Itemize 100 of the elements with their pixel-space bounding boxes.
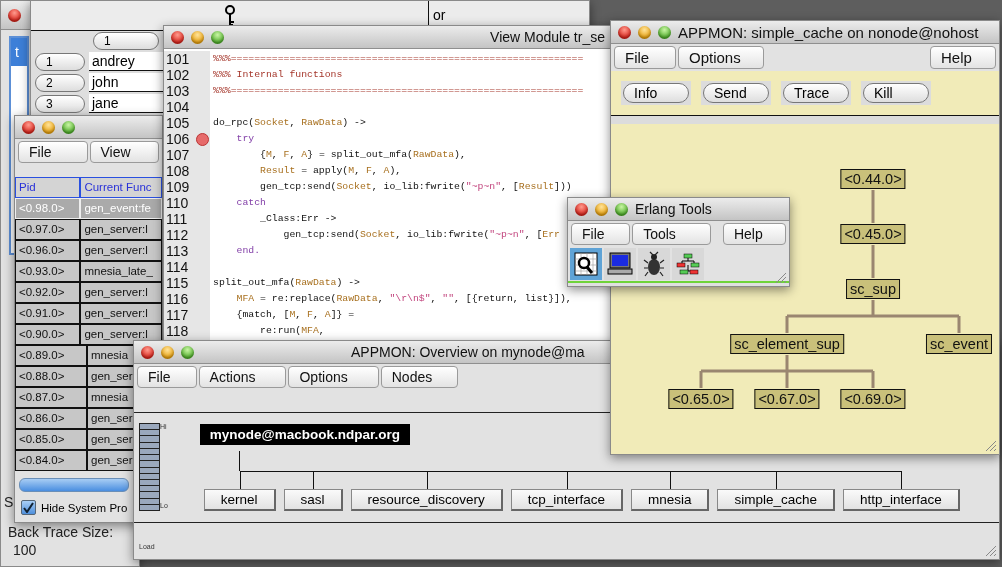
zoom-button[interactable] xyxy=(615,202,628,216)
list-item[interactable]: t xyxy=(11,38,27,66)
process-node[interactable]: <0.69.0> xyxy=(840,389,906,409)
code-line: do_rpc(Socket, RawData) -> xyxy=(212,116,367,130)
code-line: _Class:Err -> xyxy=(259,212,338,226)
scrollbar-thumb[interactable] xyxy=(19,478,129,492)
table-cell[interactable]: gen_ser xyxy=(87,429,134,450)
action-button[interactable]: Kill xyxy=(863,83,929,103)
close-button[interactable] xyxy=(22,120,35,134)
table-cell[interactable]: mnesia xyxy=(87,345,134,366)
menu-button[interactable]: Help xyxy=(722,223,786,245)
zoom-button[interactable] xyxy=(211,30,224,44)
tool-button[interactable] xyxy=(638,248,670,280)
action-button[interactable]: Info xyxy=(623,83,689,103)
table-cell[interactable]: gen_server:l xyxy=(80,240,162,261)
menu-button[interactable]: Help xyxy=(930,46,996,69)
menu-button[interactable]: Tools xyxy=(632,223,711,245)
table-cell[interactable]: <0.93.0> xyxy=(15,261,81,282)
row-button[interactable]: 1 xyxy=(35,52,85,71)
menu-button[interactable]: File xyxy=(571,223,631,245)
menu-button[interactable]: Nodes xyxy=(380,366,459,388)
table-cell[interactable]: <0.97.0> xyxy=(15,219,81,240)
code-line: catch xyxy=(235,196,267,210)
application-button[interactable]: sasl xyxy=(283,489,343,511)
table-cell[interactable]: <0.85.0> xyxy=(15,429,87,450)
tool-button[interactable] xyxy=(604,248,636,280)
tree-connector xyxy=(871,188,875,225)
menu-button[interactable]: Actions xyxy=(198,366,287,388)
table-cell[interactable]: mnesia xyxy=(87,387,134,408)
process-node[interactable]: <0.45.0> xyxy=(840,224,906,244)
menu-button[interactable]: File xyxy=(18,141,88,163)
table-cell[interactable]: <0.89.0> xyxy=(15,345,87,366)
table-cell[interactable]: gen_server:l xyxy=(80,303,162,324)
application-button[interactable]: resource_discovery xyxy=(350,489,503,511)
table-cell[interactable]: gen_server:l xyxy=(80,219,162,240)
table-cell[interactable]: <0.87.0> xyxy=(15,387,87,408)
zoom-button[interactable] xyxy=(658,25,671,39)
action-button[interactable]: Send xyxy=(703,83,769,103)
table-cell[interactable]: gen_ser xyxy=(87,366,134,387)
close-button[interactable] xyxy=(575,202,588,216)
minimize-button[interactable] xyxy=(42,120,55,134)
minimize-button[interactable] xyxy=(191,30,204,44)
process-node[interactable]: <0.65.0> xyxy=(668,389,734,409)
node-label[interactable]: mynode@macbook.ndpar.org xyxy=(199,424,410,445)
menu-button[interactable]: Options xyxy=(678,46,764,69)
checkbox[interactable] xyxy=(21,500,36,515)
menu-button[interactable]: File xyxy=(137,366,197,388)
line-number: 106 xyxy=(165,131,191,147)
column-header[interactable]: Current Func xyxy=(80,177,162,198)
zoom-button[interactable] xyxy=(62,120,75,134)
close-button[interactable] xyxy=(618,25,631,39)
resize-grip-icon[interactable] xyxy=(775,272,787,284)
tool-button[interactable] xyxy=(570,248,602,280)
column-header[interactable]: Pid xyxy=(15,177,81,198)
close-button[interactable] xyxy=(8,8,21,22)
minimize-button[interactable] xyxy=(595,202,608,216)
resize-grip-icon[interactable] xyxy=(985,440,997,452)
table-cell[interactable]: <0.96.0> xyxy=(15,240,81,261)
row-button[interactable]: 2 xyxy=(35,73,85,92)
table-cell[interactable]: mnesia_late_ xyxy=(80,261,162,282)
row-button[interactable]: 3 xyxy=(35,94,85,113)
column-button[interactable]: 1 xyxy=(93,32,159,50)
tree-icon xyxy=(676,253,700,275)
code-line: {M, F, A} = split_out_mfa(RawData), xyxy=(259,148,467,162)
window-title: View Module tr_se xyxy=(490,29,605,45)
table-cell[interactable]: <0.90.0> xyxy=(15,324,81,345)
application-button[interactable]: kernel xyxy=(203,489,276,511)
process-node[interactable]: sc_sup xyxy=(846,279,900,299)
table-cell[interactable]: gen_server:l xyxy=(80,324,162,345)
process-node[interactable]: <0.67.0> xyxy=(754,389,820,409)
breakpoint-icon[interactable] xyxy=(196,132,209,146)
application-button[interactable]: mnesia xyxy=(630,489,710,511)
minimize-button[interactable] xyxy=(638,25,651,39)
table-cell[interactable]: <0.91.0> xyxy=(15,303,81,324)
table-cell[interactable]: <0.88.0> xyxy=(15,366,87,387)
table-cell[interactable]: gen_server:l xyxy=(80,282,162,303)
menu-button[interactable]: Options xyxy=(288,366,379,388)
close-button[interactable] xyxy=(141,345,154,359)
table-cell[interactable]: <0.84.0> xyxy=(15,450,87,471)
line-number: 111 xyxy=(165,211,189,227)
process-node[interactable]: sc_element_sup xyxy=(730,334,844,354)
application-button[interactable]: tcp_interface xyxy=(510,489,623,511)
close-button[interactable] xyxy=(171,30,184,44)
application-button[interactable]: simple_cache xyxy=(717,489,836,511)
resize-grip-icon[interactable] xyxy=(985,545,997,557)
action-button[interactable]: Trace xyxy=(783,83,849,103)
table-cell[interactable]: <0.86.0> xyxy=(15,408,87,429)
minimize-button[interactable] xyxy=(161,345,174,359)
key-icon xyxy=(223,4,236,27)
table-cell[interactable]: gen_ser xyxy=(87,450,134,471)
menu-button[interactable]: File xyxy=(614,46,676,69)
table-cell[interactable]: <0.92.0> xyxy=(15,282,81,303)
magnifier-icon xyxy=(574,252,598,276)
table-cell[interactable]: gen_ser xyxy=(87,408,134,429)
process-node[interactable]: <0.44.0> xyxy=(840,169,906,189)
zoom-button[interactable] xyxy=(181,345,194,359)
line-number: 112 xyxy=(165,227,190,243)
process-node[interactable]: sc_event xyxy=(926,334,992,354)
application-button[interactable]: http_interface xyxy=(843,489,960,511)
menu-button[interactable]: View xyxy=(89,141,159,163)
